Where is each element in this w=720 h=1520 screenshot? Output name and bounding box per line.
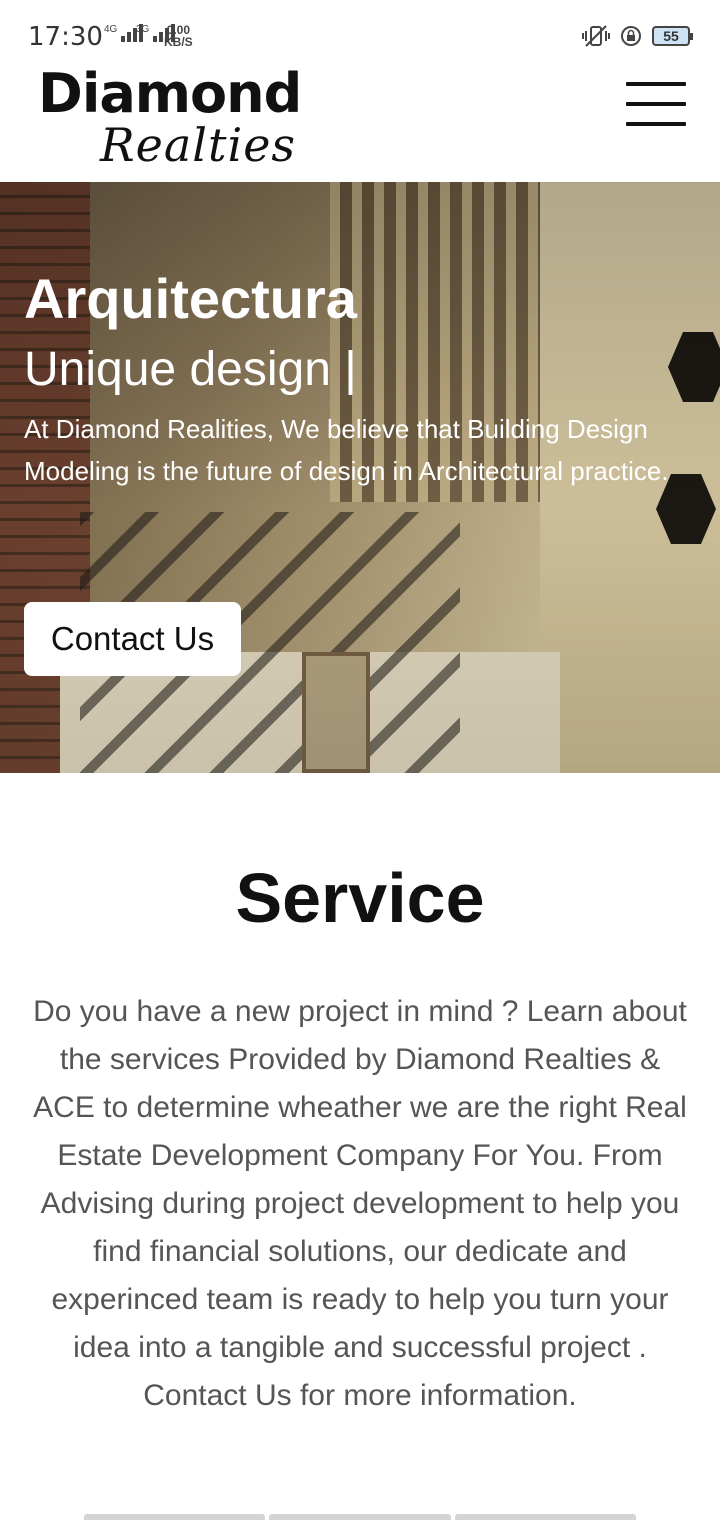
status-bar: 17:30 4G 3G 0.00 KB/S 55 [0, 0, 720, 60]
logo-script[interactable]: Realties [100, 118, 296, 172]
hero-description: At Diamond Realities, We believe that Bu… [24, 414, 669, 486]
service-description: Do you have a new project in mind ? Lear… [33, 995, 687, 1412]
hamburger-menu-icon[interactable] [626, 82, 686, 126]
vibrate-icon [582, 25, 610, 47]
status-time: 17:30 [28, 22, 103, 52]
service-tabs-strip [84, 1514, 636, 1520]
battery-icon: 55 [652, 26, 693, 46]
site-header: Diamond Realties [0, 60, 720, 182]
contact-us-button[interactable]: Contact Us [24, 602, 241, 676]
network-speed: 0.00 KB/S [164, 23, 193, 49]
hero-subtitle: Unique design | [24, 343, 357, 396]
rotation-lock-icon [621, 26, 641, 46]
hero-title: Arquitectura [24, 267, 357, 330]
logo-wordmark[interactable]: Diamond [38, 62, 302, 125]
service-heading: Service [235, 859, 485, 937]
hero-banner: Arquitectura Unique design | At Diamond … [0, 182, 720, 773]
